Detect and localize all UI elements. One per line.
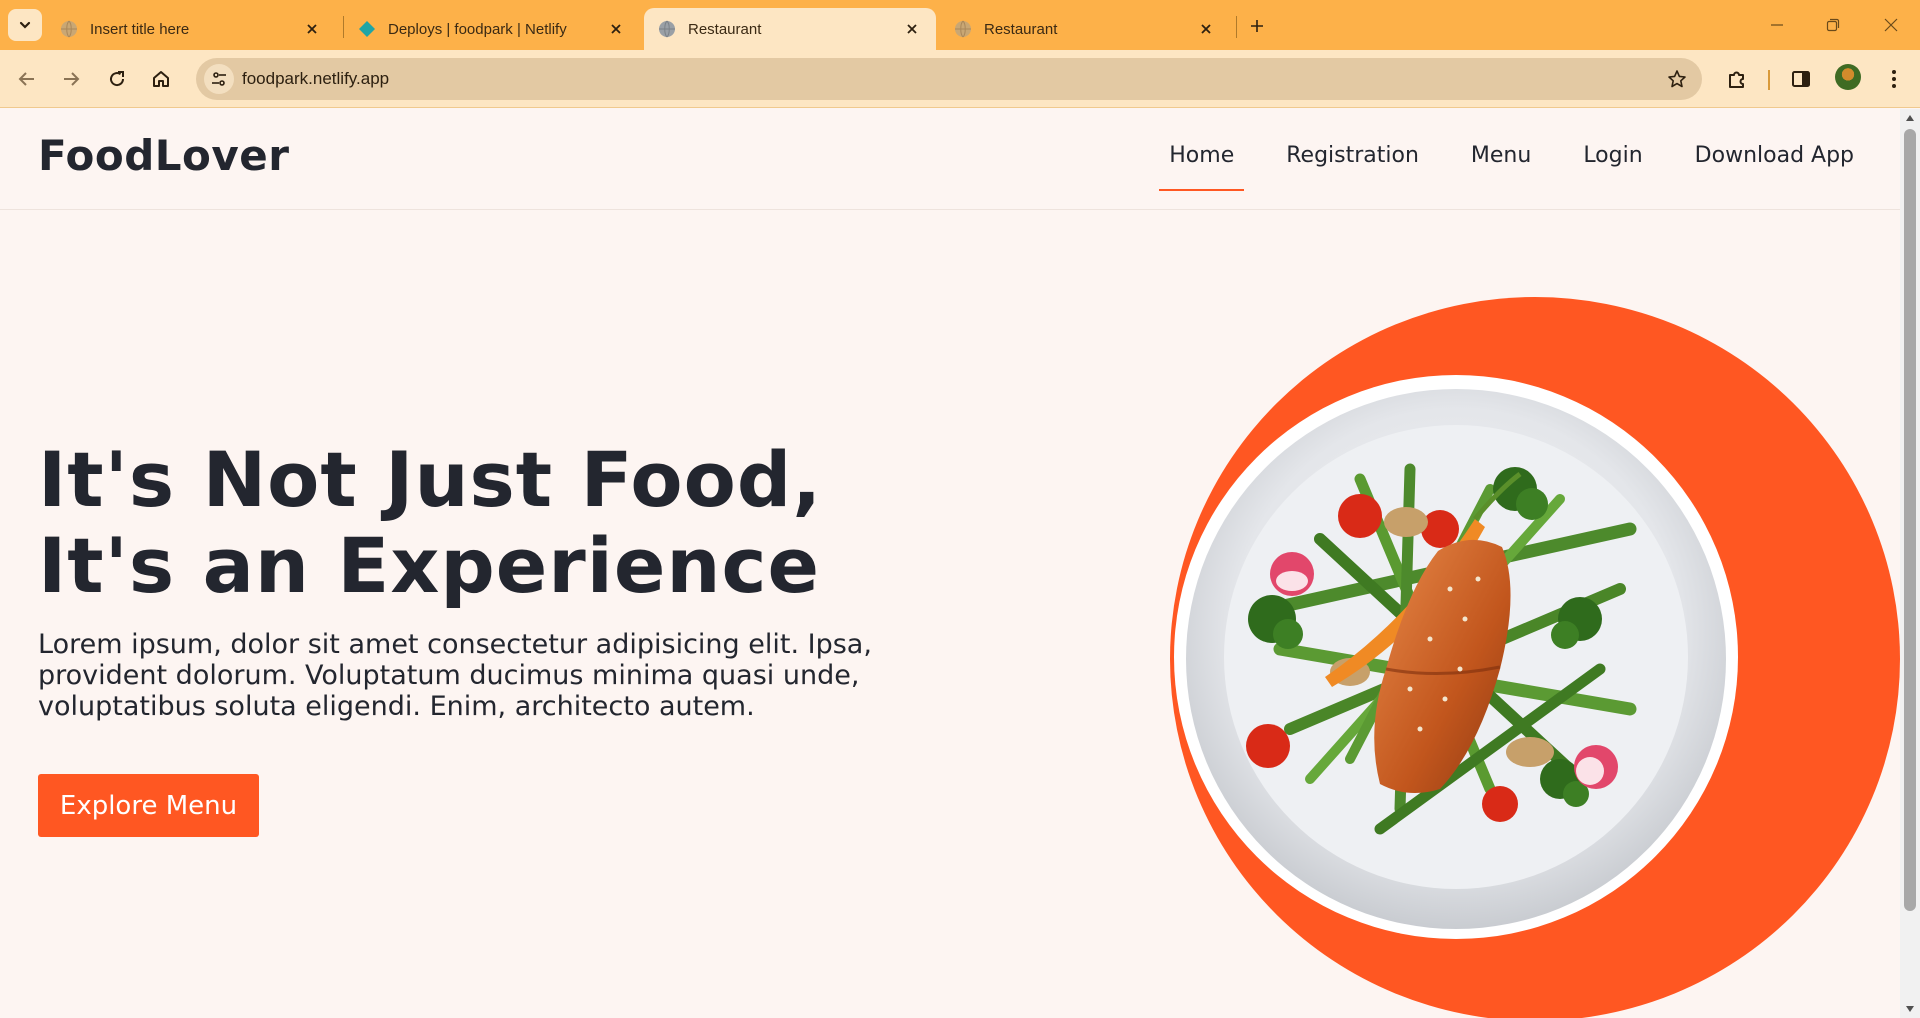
restore-button[interactable] xyxy=(1818,12,1848,38)
browser-tab-active[interactable]: Restaurant xyxy=(644,8,936,50)
globe-icon xyxy=(659,20,675,38)
tab-title: Restaurant xyxy=(984,20,1058,38)
arrow-left-icon xyxy=(18,72,34,86)
tab-search-button[interactable] xyxy=(8,9,42,41)
close-icon[interactable] xyxy=(1196,19,1216,39)
browser-tab[interactable]: Insert title here xyxy=(46,8,336,50)
forward-button[interactable] xyxy=(56,64,86,94)
close-icon[interactable] xyxy=(902,19,922,39)
page-viewport: FoodLover Home Registration Menu Login D… xyxy=(0,109,1900,1018)
close-icon xyxy=(1884,18,1898,32)
explore-menu-button[interactable]: Explore Menu xyxy=(38,774,259,837)
home-button[interactable] xyxy=(146,64,176,94)
nav-registration[interactable]: Registration xyxy=(1260,143,1445,187)
tab-separator xyxy=(1236,16,1237,38)
close-window-button[interactable] xyxy=(1876,12,1906,38)
nav-download-app[interactable]: Download App xyxy=(1669,143,1880,187)
close-icon[interactable] xyxy=(606,19,626,39)
hero-title-line: It's an Experience xyxy=(38,521,821,610)
netlify-icon xyxy=(359,21,375,37)
browser-tab[interactable]: Deploys | foodpark | Netlify xyxy=(344,8,640,50)
browser-menu-button[interactable] xyxy=(1879,64,1909,94)
home-icon xyxy=(153,71,169,87)
puzzle-icon xyxy=(1729,71,1744,88)
site-info-button[interactable] xyxy=(204,64,234,94)
hero-description: Lorem ipsum, dolor sit amet consectetur … xyxy=(38,629,872,722)
page-scrollbar[interactable] xyxy=(1900,109,1920,1018)
hero-image xyxy=(1160,289,1900,1018)
scroll-down-icon[interactable] xyxy=(1904,1004,1916,1014)
browser-tab[interactable]: Restaurant xyxy=(940,8,1230,50)
main-nav: Home Registration Menu Login Download Ap… xyxy=(1143,143,1880,191)
more-vertical-icon xyxy=(1892,70,1896,88)
chevron-down-icon xyxy=(19,21,31,29)
tab-title: Restaurant xyxy=(688,20,762,38)
address-bar[interactable]: foodpark.netlify.app xyxy=(196,58,1702,100)
star-icon xyxy=(1668,70,1686,88)
extensions-button[interactable] xyxy=(1722,64,1752,94)
plus-icon xyxy=(1251,20,1263,32)
bookmark-button[interactable] xyxy=(1662,64,1692,94)
close-icon[interactable] xyxy=(302,19,322,39)
profile-avatar[interactable] xyxy=(1835,64,1861,90)
minimize-button[interactable] xyxy=(1762,12,1792,38)
hero-title-line: It's Not Just Food, xyxy=(38,435,823,524)
minimize-icon xyxy=(1771,24,1783,26)
site-header: FoodLover Home Registration Menu Login D… xyxy=(0,109,1900,210)
back-button[interactable] xyxy=(12,64,42,94)
nav-menu[interactable]: Menu xyxy=(1445,143,1557,187)
tab-title: Deploys | foodpark | Netlify xyxy=(388,20,567,38)
side-panel-icon xyxy=(1792,71,1810,87)
globe-icon xyxy=(955,20,971,38)
tab-title: Insert title here xyxy=(90,20,190,38)
reload-button[interactable] xyxy=(102,64,132,94)
nav-home[interactable]: Home xyxy=(1143,143,1260,191)
arrow-right-icon xyxy=(64,72,80,86)
nav-login[interactable]: Login xyxy=(1557,143,1668,187)
browser-toolbar: foodpark.netlify.app xyxy=(0,50,1920,108)
reload-icon xyxy=(110,71,125,87)
scroll-thumb[interactable] xyxy=(1904,129,1916,911)
globe-icon xyxy=(61,20,77,38)
toolbar-divider xyxy=(1768,70,1770,90)
url-text: foodpark.netlify.app xyxy=(242,69,390,88)
restore-icon xyxy=(1826,18,1840,32)
scroll-up-icon[interactable] xyxy=(1904,113,1916,123)
new-tab-button[interactable] xyxy=(1244,13,1270,39)
hero-title: It's Not Just Food, It's an Experience xyxy=(38,437,822,609)
browser-tab-bar: Insert title here Deploys | foodpark | N… xyxy=(0,0,1920,50)
site-logo[interactable]: FoodLover xyxy=(38,131,289,180)
side-panel-button[interactable] xyxy=(1786,64,1816,94)
tune-icon xyxy=(212,72,226,86)
